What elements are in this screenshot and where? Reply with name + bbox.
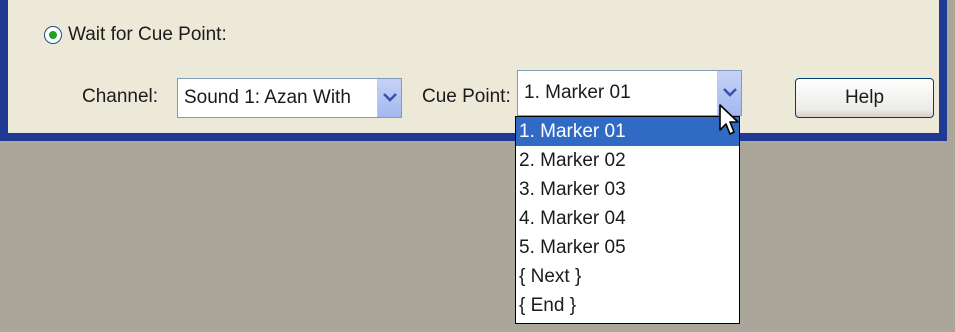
cue-point-option[interactable]: 3. Marker 03	[516, 175, 739, 204]
cue-point-select[interactable]: 1. Marker 01	[517, 70, 742, 116]
mouse-pointer-icon	[719, 104, 743, 147]
channel-value: Sound 1: Azan With	[184, 87, 351, 108]
cue-point-option[interactable]: { Next }	[516, 262, 739, 291]
channel-label: Channel:	[82, 86, 159, 107]
wait-for-cue-point-label: Wait for Cue Point:	[68, 24, 227, 45]
wait-for-cue-point-option[interactable]: Wait for Cue Point:	[44, 20, 227, 50]
cue-point-option[interactable]: 5. Marker 05	[516, 233, 739, 262]
cue-point-option[interactable]: 1. Marker 01	[516, 117, 739, 146]
cue-point-dropdown-list: 1. Marker 01 2. Marker 02 3. Marker 03 4…	[515, 116, 740, 324]
channel-select[interactable]: Sound 1: Azan With	[177, 78, 402, 118]
cue-point-option[interactable]: 4. Marker 04	[516, 204, 739, 233]
help-button[interactable]: Help	[795, 78, 934, 118]
dialog-panel: Wait for Cue Point: Channel: Sound 1: Az…	[0, 0, 947, 141]
cue-point-option[interactable]: 2. Marker 02	[516, 146, 739, 175]
chevron-down-icon[interactable]	[377, 79, 401, 117]
radio-selected-icon[interactable]	[44, 26, 62, 44]
cue-point-option[interactable]: { End }	[516, 291, 739, 320]
cue-point-value: 1. Marker 01	[524, 82, 631, 103]
cue-point-label: Cue Point:	[422, 86, 511, 107]
